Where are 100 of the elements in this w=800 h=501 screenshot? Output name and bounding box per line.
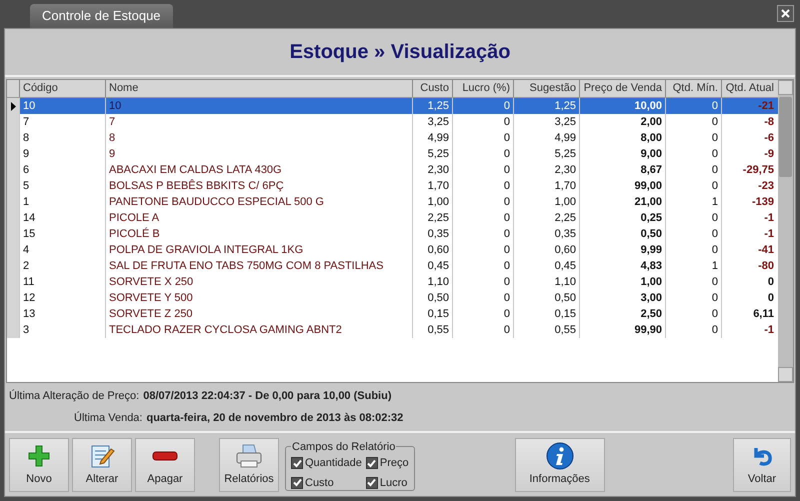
- table-row[interactable]: 2 SAL DE FRUTA ENO TABS 750MG COM 8 PASTILHAS 0,45 0 0,45 4,83 1 -80: [7, 258, 778, 274]
- table-cell: PANETONE BAUDUCCO ESPECIAL 500 G: [105, 194, 412, 210]
- table-cell: 0,50: [513, 290, 579, 306]
- table-cell: -8: [721, 114, 777, 130]
- table-cell: 3: [19, 322, 105, 338]
- table-cell: 0: [452, 322, 513, 338]
- column-header[interactable]: Nome: [105, 80, 412, 97]
- check-icon: [367, 458, 376, 468]
- table-cell: 1,25: [412, 98, 452, 114]
- table-row[interactable]: 12 SORVETE Y 500 0,50 0 0,50 3,00 0 0: [7, 290, 778, 306]
- toolbar-button[interactable]: Novo: [9, 438, 69, 492]
- toolbar-button[interactable]: Alterar: [72, 438, 132, 492]
- table-cell: 0: [665, 162, 721, 178]
- table-cell: 0: [665, 210, 721, 226]
- table-row[interactable]: 3 TECLADO RAZER CYCLOSA GAMING ABNT2 0,55 0 0,55 99,90 0 -1: [7, 322, 778, 338]
- report-field-checkbox[interactable]: Lucro: [366, 474, 409, 491]
- column-header[interactable]: Lucro (%): [452, 80, 513, 97]
- checkbox[interactable]: [291, 476, 303, 489]
- table-cell: 0: [452, 98, 513, 114]
- table-cell: 10,00: [579, 98, 665, 114]
- table-cell: POLPA DE GRAVIOLA INTEGRAL 1KG: [105, 242, 412, 258]
- toolbar-button[interactable]: Informações: [514, 438, 605, 492]
- column-header[interactable]: Qtd. Mín.: [665, 80, 721, 97]
- table-cell: TECLADO RAZER CYCLOSA GAMING ABNT2: [105, 322, 412, 338]
- table-cell: -1: [721, 210, 777, 226]
- table-cell: 0,55: [412, 322, 452, 338]
- table-cell: 15: [19, 226, 105, 242]
- table-row[interactable]: 8 8 4,99 0 4,99 8,00 0 -6: [7, 130, 778, 146]
- table-cell: 1,00: [412, 194, 452, 210]
- table-row[interactable]: 9 9 5,25 0 5,25 9,00 0 -9: [7, 146, 778, 162]
- table-cell: SORVETE Y 500: [105, 290, 412, 306]
- table-row[interactable]: 5 BOLSAS P BEBÊS BBKITS C/ 6PÇ 1,70 0 1,70 99,00 0 -23: [7, 178, 778, 194]
- column-header[interactable]: Preço de Venda: [579, 80, 665, 97]
- check-icon: [292, 458, 302, 468]
- table-cell: 7: [105, 114, 412, 130]
- close-button[interactable]: [777, 5, 794, 22]
- table-row[interactable]: 14 PICOLE A 2,25 0 2,25 0,25 0 -1: [7, 210, 778, 226]
- table-cell: 3,25: [412, 114, 452, 130]
- column-header[interactable]: Código: [19, 80, 105, 97]
- table-cell: BOLSAS P BEBÊS BBKITS C/ 6PÇ: [105, 178, 412, 194]
- checkbox[interactable]: [291, 457, 303, 470]
- table-cell: 0: [452, 242, 513, 258]
- checkbox[interactable]: [366, 457, 378, 470]
- report-field-checkbox[interactable]: Quantidade: [291, 455, 362, 472]
- table-cell: 9: [105, 146, 412, 162]
- table-cell: 3,00: [579, 290, 665, 306]
- table-row[interactable]: 10 10 1,25 0 1,25 10,00 0 -21: [7, 98, 778, 114]
- table-cell: 0,35: [513, 226, 579, 242]
- table-cell: 0: [452, 114, 513, 130]
- info-value: 08/07/2013 22:04:37 - De 0,00 para 10,00 (Subiu): [143, 389, 392, 404]
- table-cell: 4: [19, 242, 105, 258]
- table-cell: 2,30: [513, 162, 579, 178]
- table-cell: 5,25: [513, 146, 579, 162]
- table-cell: 8: [19, 130, 105, 146]
- info-value: quarta-feira, 20 de novembro de 2013 às 08:02:32: [146, 410, 404, 426]
- minus-icon: [152, 451, 178, 462]
- table-row[interactable]: 1 PANETONE BAUDUCCO ESPECIAL 500 G 1,00 0 1,00 21,00 1 -139: [7, 194, 778, 210]
- table-cell: 1,25: [513, 98, 579, 114]
- table-cell: 0: [665, 306, 721, 322]
- column-header[interactable]: Custo: [412, 80, 452, 97]
- table-cell: -9: [721, 146, 777, 162]
- table-row[interactable]: 15 PICOLÉ B 0,35 0 0,35 0,50 0 -1: [7, 226, 778, 242]
- table-cell: 0: [721, 274, 777, 290]
- toolbar-button[interactable]: Relatórios: [219, 438, 279, 492]
- table-cell: 0: [665, 114, 721, 130]
- check-icon: [367, 478, 376, 488]
- table-cell: 5,25: [412, 146, 452, 162]
- column-header[interactable]: Sugestão: [513, 80, 579, 97]
- scrollbar[interactable]: [778, 80, 793, 382]
- table-cell: 0: [665, 178, 721, 194]
- table-cell: 0,45: [412, 258, 452, 274]
- toolbar-button[interactable]: Voltar: [733, 438, 791, 492]
- page-title: Estoque » Visualização: [290, 40, 510, 65]
- table-cell: 0,45: [513, 258, 579, 274]
- table-cell: 0: [452, 306, 513, 322]
- report-field-checkbox[interactable]: Preço: [366, 455, 409, 472]
- table-row[interactable]: 6 ABACAXI EM CALDAS LATA 430G 2,30 0 2,30 8,67 0 -29,75: [7, 162, 778, 178]
- table-cell: -23: [721, 178, 777, 194]
- table-cell: SORVETE X 250: [105, 274, 412, 290]
- checkbox[interactable]: [366, 476, 378, 489]
- table-row[interactable]: 13 SORVETE Z 250 0,15 0 0,15 2,50 0 6,11: [7, 306, 778, 322]
- close-icon: [781, 9, 790, 18]
- column-header[interactable]: Qtd. Atual: [721, 80, 777, 97]
- table-cell: -41: [721, 242, 777, 258]
- table-cell: 0: [452, 146, 513, 162]
- table-cell: 4,99: [513, 130, 579, 146]
- table-cell: 9,00: [579, 146, 665, 162]
- toolbar-button[interactable]: Apagar: [135, 438, 195, 492]
- table-cell: 1,10: [513, 274, 579, 290]
- table-cell: 0: [452, 178, 513, 194]
- table-cell: 21,00: [579, 194, 665, 210]
- plus-icon: [27, 444, 51, 468]
- report-field-checkbox[interactable]: Custo: [291, 474, 362, 491]
- table-row[interactable]: 4 POLPA DE GRAVIOLA INTEGRAL 1KG 0,60 0 0,60 9,99 0 -41: [7, 242, 778, 258]
- table-cell: 1,10: [412, 274, 452, 290]
- table-cell: 0,50: [412, 290, 452, 306]
- row-header[interactable]: [7, 98, 19, 114]
- table-row[interactable]: 11 SORVETE X 250 1,10 0 1,10 1,00 0 0: [7, 274, 778, 290]
- table-row[interactable]: 7 7 3,25 0 3,25 2,00 0 -8: [7, 114, 778, 130]
- table-cell: 0: [452, 210, 513, 226]
